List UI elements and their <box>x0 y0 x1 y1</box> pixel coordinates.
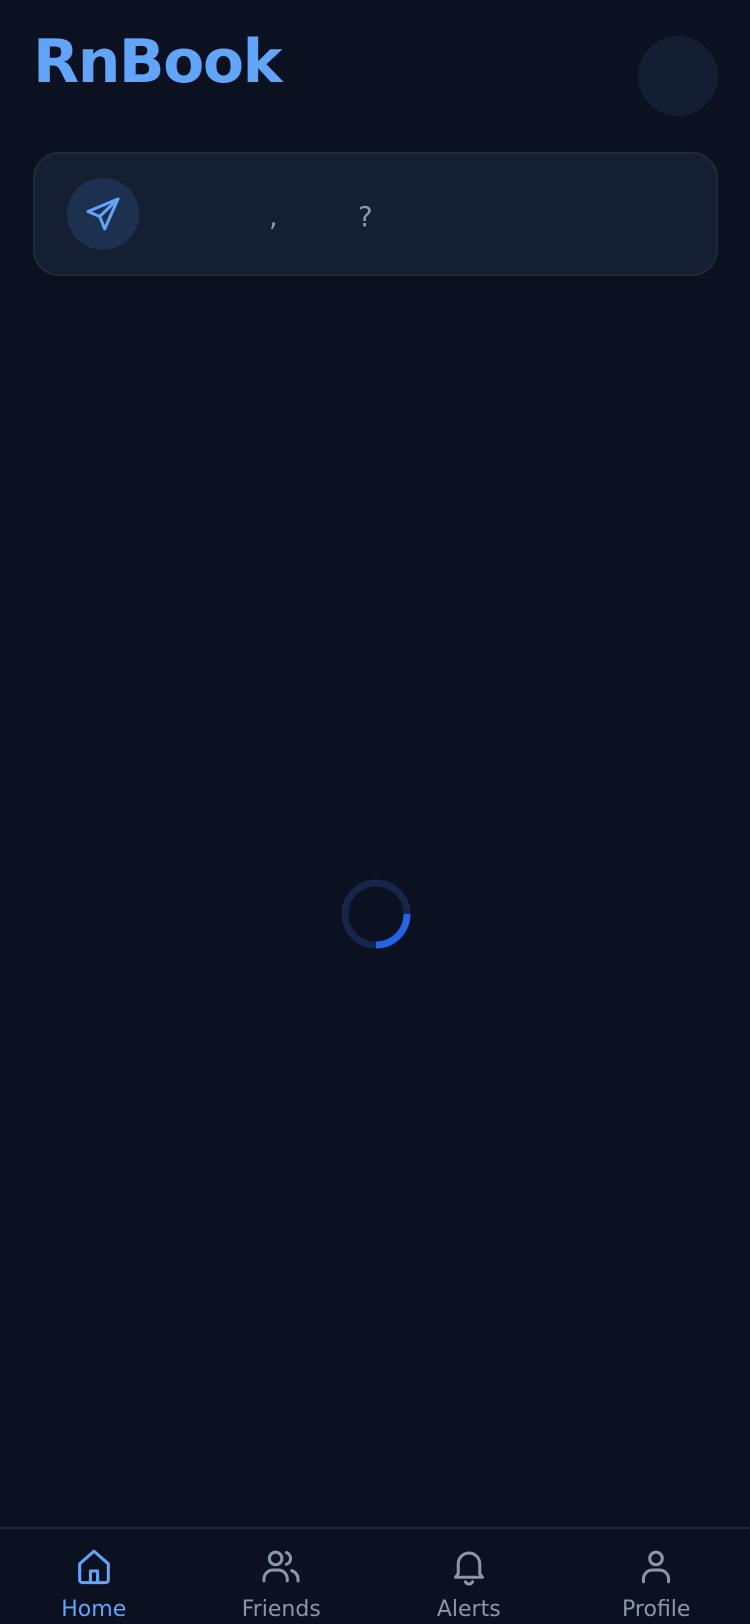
tab-friends[interactable]: Friends <box>188 1529 376 1624</box>
app-root: RnBook , ? Home Friends Alerts Profile <box>0 0 750 1624</box>
send-icon <box>86 197 120 231</box>
tab-alerts-label: Alerts <box>436 1597 501 1622</box>
user-icon <box>642 1550 671 1584</box>
send-icon-button[interactable] <box>67 178 139 250</box>
composer-prompt[interactable]: , ? <box>171 196 691 236</box>
top-bar: RnBook <box>0 0 750 130</box>
tab-alerts[interactable]: Alerts <box>375 1529 563 1624</box>
tab-profile-label: Profile <box>622 1597 691 1622</box>
bottom-tab-bar: Home Friends Alerts Profile <box>0 1527 750 1624</box>
tab-home[interactable]: Home <box>0 1529 188 1624</box>
tab-profile[interactable]: Profile <box>563 1529 750 1624</box>
loading-spinner <box>340 878 412 950</box>
avatar[interactable] <box>638 36 718 116</box>
bell-icon <box>453 1551 484 1586</box>
tab-friends-label: Friends <box>241 1597 321 1622</box>
home-icon <box>77 1549 110 1585</box>
tab-home-label: Home <box>61 1597 127 1622</box>
friends-icon <box>262 1550 300 1583</box>
app-title: RnBook <box>33 27 283 97</box>
post-composer[interactable]: , ? <box>33 152 718 276</box>
